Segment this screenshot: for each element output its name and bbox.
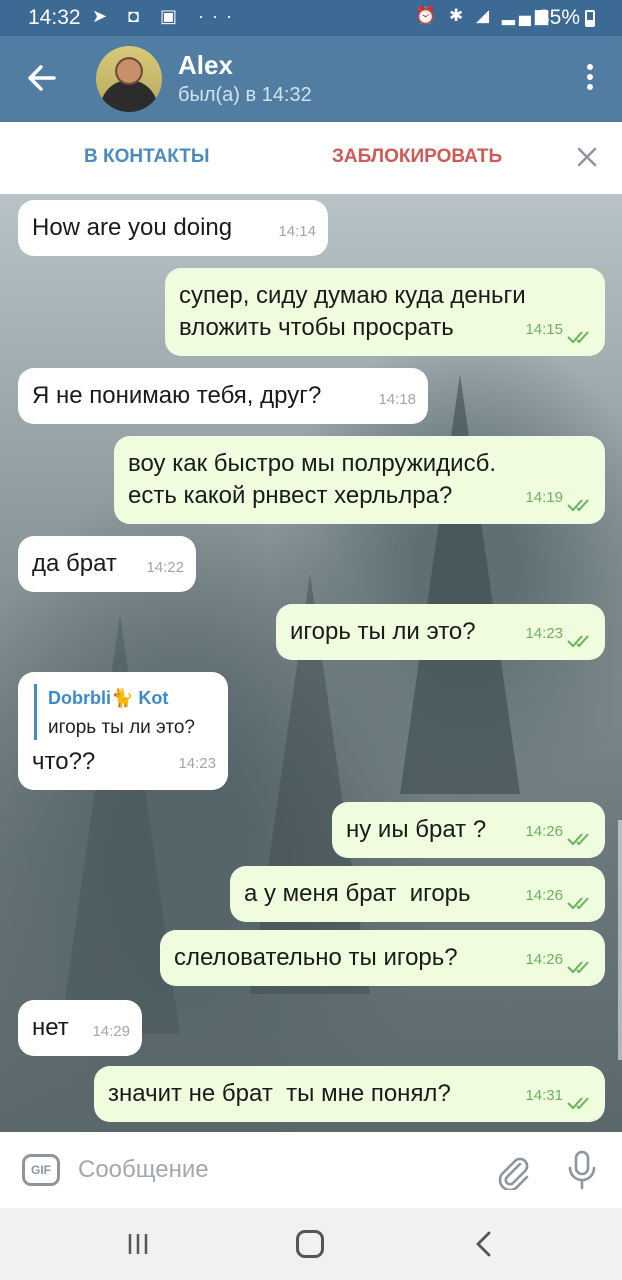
message-bubble-outgoing[interactable]: значит не брат ты мне понял? 14:31 xyxy=(94,1066,605,1122)
message-time: 14:22 xyxy=(146,559,184,576)
arrow-left-icon[interactable] xyxy=(22,58,62,98)
message-time: 14:15 xyxy=(525,321,563,338)
chat-header: Alex был(а) в 14:32 xyxy=(0,36,622,122)
status-bar: 14:32 ➤ ◘ ▣ ··· ⏰ ✱ ◢ ▂▄▆ 35% xyxy=(0,0,622,36)
message-time: 14:26 xyxy=(525,823,563,840)
message-text: что?? xyxy=(32,748,96,775)
scrollbar[interactable] xyxy=(618,820,622,1060)
message-time: 14:26 xyxy=(525,887,563,904)
message-time: 14:14 xyxy=(278,223,316,240)
message-text: How are you doing xyxy=(32,214,233,241)
double-check-icon xyxy=(567,897,589,910)
message-text: нет xyxy=(32,1014,69,1041)
message-bubble-outgoing[interactable]: игорь ты ли это? 14:23 xyxy=(276,604,605,660)
message-input[interactable] xyxy=(78,1152,458,1188)
paperclip-icon[interactable] xyxy=(494,1152,532,1190)
double-check-icon xyxy=(567,961,589,974)
message-time: 14:23 xyxy=(178,755,216,772)
message-time: 14:19 xyxy=(525,489,563,506)
message-bubble-outgoing[interactable]: супер, сиду думаю куда деньги вложить чт… xyxy=(165,268,605,356)
message-time: 14:31 xyxy=(525,1087,563,1104)
home-icon[interactable] xyxy=(296,1230,324,1258)
contact-name[interactable]: Alex xyxy=(178,50,233,81)
microphone-icon[interactable] xyxy=(566,1150,598,1190)
last-seen-status: был(а) в 14:32 xyxy=(178,84,312,106)
message-composer: GIF xyxy=(0,1132,622,1208)
double-check-icon xyxy=(567,331,589,344)
message-bubble-outgoing[interactable]: а у меня брат игорь 14:26 xyxy=(230,866,605,922)
battery-percent: 35% xyxy=(537,6,580,29)
double-check-icon xyxy=(567,833,589,846)
avatar[interactable] xyxy=(96,46,162,112)
message-text-line: супер, сиду думаю куда деньги xyxy=(179,282,526,309)
message-text: игорь ты ли это? xyxy=(290,618,476,645)
message-time: 14:29 xyxy=(92,1023,130,1040)
message-text: да брат xyxy=(32,550,117,577)
status-time: 14:32 xyxy=(28,6,81,29)
message-text-line: есть какой рнвест херльлра? xyxy=(128,482,453,509)
recent-apps-icon[interactable] xyxy=(124,1232,152,1256)
message-bubble-outgoing[interactable]: воу как быстро мы полружидисб. есть како… xyxy=(114,436,605,524)
reply-quote[interactable]: игорь ты ли это? xyxy=(48,712,195,744)
message-bubble-incoming[interactable]: How are you doing 14:14 xyxy=(18,200,328,256)
close-icon[interactable] xyxy=(574,144,600,170)
message-list[interactable]: How are you doing 14:14 супер, сиду дума… xyxy=(0,194,622,1132)
double-check-icon xyxy=(567,635,589,648)
block-user-button[interactable]: ЗАБЛОКИРОВАТЬ xyxy=(332,146,502,168)
double-check-icon xyxy=(567,1097,589,1110)
message-time: 14:23 xyxy=(525,625,563,642)
message-text: ну иы брат ? xyxy=(346,816,487,843)
notification-icons: ➤ ◘ ▣ ··· xyxy=(92,6,240,26)
system-icons: ⏰ ✱ ◢ ▂▄▆ xyxy=(415,6,552,25)
message-time: 14:26 xyxy=(525,951,563,968)
double-check-icon xyxy=(567,499,589,512)
message-bubble-incoming[interactable]: нет 14:29 xyxy=(18,1000,142,1056)
message-bubble-incoming[interactable]: Я не понимаю тебя, друг? 14:18 xyxy=(18,368,428,424)
system-navigation-bar xyxy=(0,1208,622,1280)
message-time: 14:18 xyxy=(378,391,416,408)
message-text: значит не брат ты мне понял? xyxy=(108,1080,451,1107)
message-bubble-incoming-reply[interactable]: Dobrbli🐈 Kot игорь ты ли это? что?? 14:2… xyxy=(18,672,228,790)
message-text: слеловательно ты игорь? xyxy=(174,944,458,971)
message-bubble-incoming[interactable]: да брат 14:22 xyxy=(18,536,196,592)
reply-indicator xyxy=(34,684,37,740)
add-contact-button[interactable]: В КОНТАКТЫ xyxy=(84,146,210,168)
more-vertical-icon[interactable] xyxy=(580,60,600,100)
back-icon[interactable] xyxy=(472,1230,496,1258)
message-text-line: воу как быстро мы полружидисб. xyxy=(128,450,496,477)
reply-author[interactable]: Dobrbli🐈 Kot xyxy=(48,682,168,714)
spam-action-bar: В КОНТАКТЫ ЗАБЛОКИРОВАТЬ xyxy=(0,122,622,194)
message-text: Я не понимаю тебя, друг? xyxy=(32,382,322,409)
message-text: а у меня брат игорь xyxy=(244,880,471,907)
message-bubble-outgoing[interactable]: слеловательно ты игорь? 14:26 xyxy=(160,930,605,986)
battery-icon xyxy=(585,10,595,27)
message-bubble-outgoing[interactable]: ну иы брат ? 14:26 xyxy=(332,802,605,858)
gif-icon[interactable]: GIF xyxy=(22,1154,60,1186)
